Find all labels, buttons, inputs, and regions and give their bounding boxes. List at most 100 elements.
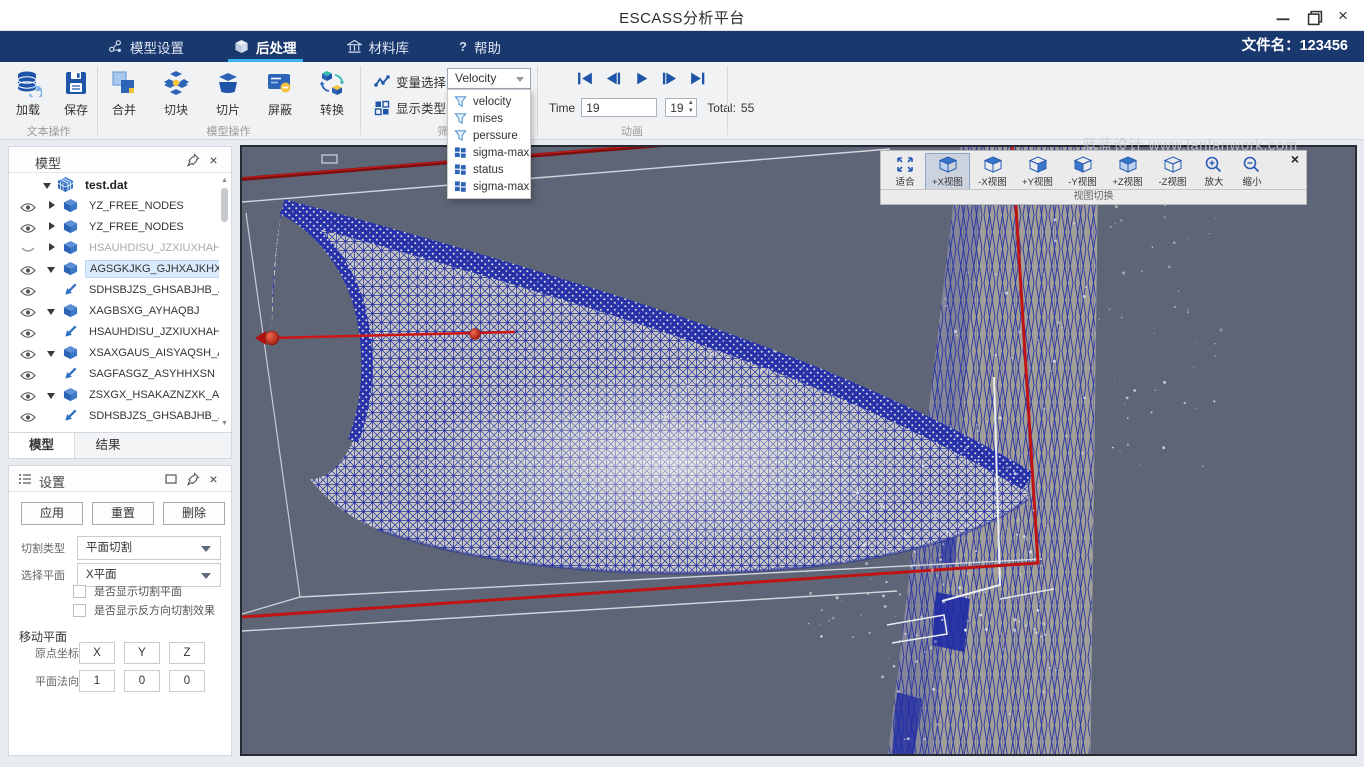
reverse-cut-checkbox[interactable]	[73, 604, 86, 617]
dropdown-option[interactable]: mises	[448, 110, 530, 127]
tree-node-label[interactable]: ZSXGX_HSAKAZNZXK_AHASX	[85, 387, 219, 403]
close-icon[interactable]: ×	[206, 472, 221, 487]
expander-down-icon[interactable]	[47, 390, 57, 400]
eye-visible-icon[interactable]	[20, 221, 36, 233]
menu-help[interactable]: ? 帮助	[445, 31, 515, 62]
view-minus-z-button[interactable]: -Z视图	[1150, 153, 1195, 190]
step-forward-button[interactable]	[661, 72, 678, 85]
pin-icon[interactable]	[186, 472, 201, 487]
eye-visible-icon[interactable]	[20, 326, 36, 338]
slice-button[interactable]: 切片	[204, 64, 252, 118]
minimize-icon[interactable]	[1274, 7, 1292, 25]
menu-material-lib[interactable]: 材料库	[333, 31, 424, 62]
dropdown-option[interactable]: status	[448, 161, 530, 178]
tree-node-label[interactable]: XAGBSXG_AYHAQBJ	[85, 303, 203, 319]
origin-y-field[interactable]	[124, 642, 160, 664]
pin-icon[interactable]	[186, 153, 201, 168]
tree-row[interactable]: test.dat	[9, 174, 219, 195]
eye-visible-icon[interactable]	[20, 263, 36, 275]
tree-node-label[interactable]: YZ_FREE_NODES	[85, 219, 188, 235]
step-back-button[interactable]	[605, 72, 622, 85]
expander-right-icon[interactable]	[47, 243, 57, 253]
probe-handle-mid[interactable]	[470, 329, 481, 340]
convert-button[interactable]: 转换	[308, 64, 356, 118]
tree-row[interactable]: HSAUHDISU_JZXIUXHAHX	[9, 321, 219, 342]
eye-visible-icon[interactable]	[20, 284, 36, 296]
expander-down-icon[interactable]	[47, 306, 57, 316]
tree-row[interactable]: XAGBSXG_AYHAQBJ	[9, 300, 219, 321]
play-button[interactable]	[633, 72, 650, 85]
tree-node-label[interactable]: SDHSBJZS_GHSABJHB_ZAHU	[85, 408, 219, 424]
expander-down-icon[interactable]	[47, 348, 57, 358]
eye-visible-icon[interactable]	[20, 368, 36, 380]
tree-row[interactable]: AGSGKJKG_GJHXAJKHXA	[9, 258, 219, 279]
merge-button[interactable]: 合并	[100, 64, 148, 118]
tree-node-label[interactable]: AGSGKJKG_GJHXAJKHXA	[85, 260, 219, 278]
tree-node-label[interactable]: HSAUHDISU_JZXIUXHAHX	[85, 324, 219, 340]
viewport-3d-canvas[interactable]	[240, 145, 1357, 756]
eye-visible-icon[interactable]	[20, 305, 36, 317]
expander-right-icon[interactable]	[47, 222, 57, 232]
scroll-down-icon[interactable]: ▼	[220, 419, 229, 428]
tree-node-label[interactable]: YZ_FREE_NODES	[85, 198, 188, 214]
normal-x-field[interactable]	[79, 670, 115, 692]
restore-icon[interactable]	[1306, 7, 1324, 25]
tree-node-label[interactable]: XSAXGAUS_AISYAQSH_ASHX	[85, 345, 219, 361]
time-input[interactable]	[581, 98, 657, 117]
tree-row[interactable]: SDHSBJZS_GHSABJHB_ZAHU	[9, 405, 219, 426]
eye-visible-icon[interactable]	[20, 389, 36, 401]
dropdown-option[interactable]: sigma-max	[448, 178, 530, 195]
tree-row[interactable]: SAGFASGZ_ASYHHXSN	[9, 363, 219, 384]
view-minus-y-button[interactable]: -Y视图	[1060, 153, 1105, 190]
mask-button[interactable]: 屏蔽	[256, 64, 304, 118]
probe-handle-start[interactable]	[265, 331, 279, 345]
origin-z-field[interactable]	[169, 642, 205, 664]
tree-row[interactable]: YZ_FREE_NODES	[9, 216, 219, 237]
tree-row[interactable]: HSAUHDISU_JZXIUXHAHX	[9, 237, 219, 258]
expander-right-icon[interactable]	[47, 201, 57, 211]
tree-node-label[interactable]: SAGFASGZ_ASYHHXSN	[85, 366, 219, 382]
tree-scrollbar[interactable]: ▲ ▼	[220, 176, 229, 402]
show-cut-plane-checkbox[interactable]	[73, 585, 86, 598]
zoom-out-button[interactable]: 缩小	[1233, 153, 1271, 190]
eye-hidden-icon[interactable]	[20, 242, 36, 254]
maximize-icon[interactable]	[164, 472, 179, 487]
dropdown-option[interactable]: sigma-max	[448, 144, 530, 161]
delete-button[interactable]: 删除	[163, 502, 225, 525]
menu-model-setup[interactable]: 模型设置	[94, 31, 198, 62]
tree-node-label[interactable]: test.dat	[81, 176, 132, 194]
dropdown-option[interactable]: perssure	[448, 127, 530, 144]
skip-end-button[interactable]	[689, 72, 706, 85]
skip-start-button[interactable]	[577, 72, 594, 85]
tree-row[interactable]: ZSXGX_HSAKAZNZXK_AHASX	[9, 384, 219, 405]
zoom-in-button[interactable]: 放大	[1195, 153, 1233, 190]
close-icon[interactable]: ×	[1291, 151, 1299, 167]
tree-row[interactable]: XSAXGAUS_AISYAQSH_ASHX	[9, 342, 219, 363]
close-icon[interactable]: ×	[1334, 7, 1352, 25]
view-plus-y-button[interactable]: +Y视图	[1015, 153, 1060, 190]
eye-visible-icon[interactable]	[20, 410, 36, 422]
dropdown-option[interactable]: velocity	[448, 93, 530, 110]
normal-z-field[interactable]	[169, 670, 205, 692]
tree-row[interactable]: YZ_FREE_NODES	[9, 195, 219, 216]
spin-down-icon[interactable]: ▼	[686, 108, 695, 115]
origin-x-field[interactable]	[79, 642, 115, 664]
scrollbar-thumb[interactable]	[221, 188, 228, 222]
view-minus-x-button[interactable]: -X视图	[970, 153, 1015, 190]
reset-button[interactable]: 重置	[92, 502, 154, 525]
close-icon[interactable]: ×	[206, 153, 221, 168]
tab-model[interactable]: 模型	[9, 433, 75, 458]
save-button[interactable]: 保存	[52, 64, 100, 118]
view-plus-x-button[interactable]: +X视图	[925, 153, 970, 190]
eye-visible-icon[interactable]	[20, 200, 36, 212]
expander-down-icon[interactable]	[47, 264, 57, 274]
variable-select-button[interactable]: 变量选择	[374, 72, 446, 91]
tree-node-label[interactable]: HSAUHDISU_JZXIUXHAHX	[85, 240, 219, 256]
menu-postprocess[interactable]: 后处理	[220, 31, 311, 62]
fit-view-button[interactable]: 适合	[885, 153, 925, 190]
expander-down-icon[interactable]	[43, 180, 53, 190]
tab-result[interactable]: 结果	[75, 433, 141, 458]
variable-combobox[interactable]: Velocity	[447, 68, 531, 89]
display-type-button[interactable]: 显示类型	[374, 98, 446, 117]
scroll-up-icon[interactable]: ▲	[220, 176, 229, 185]
